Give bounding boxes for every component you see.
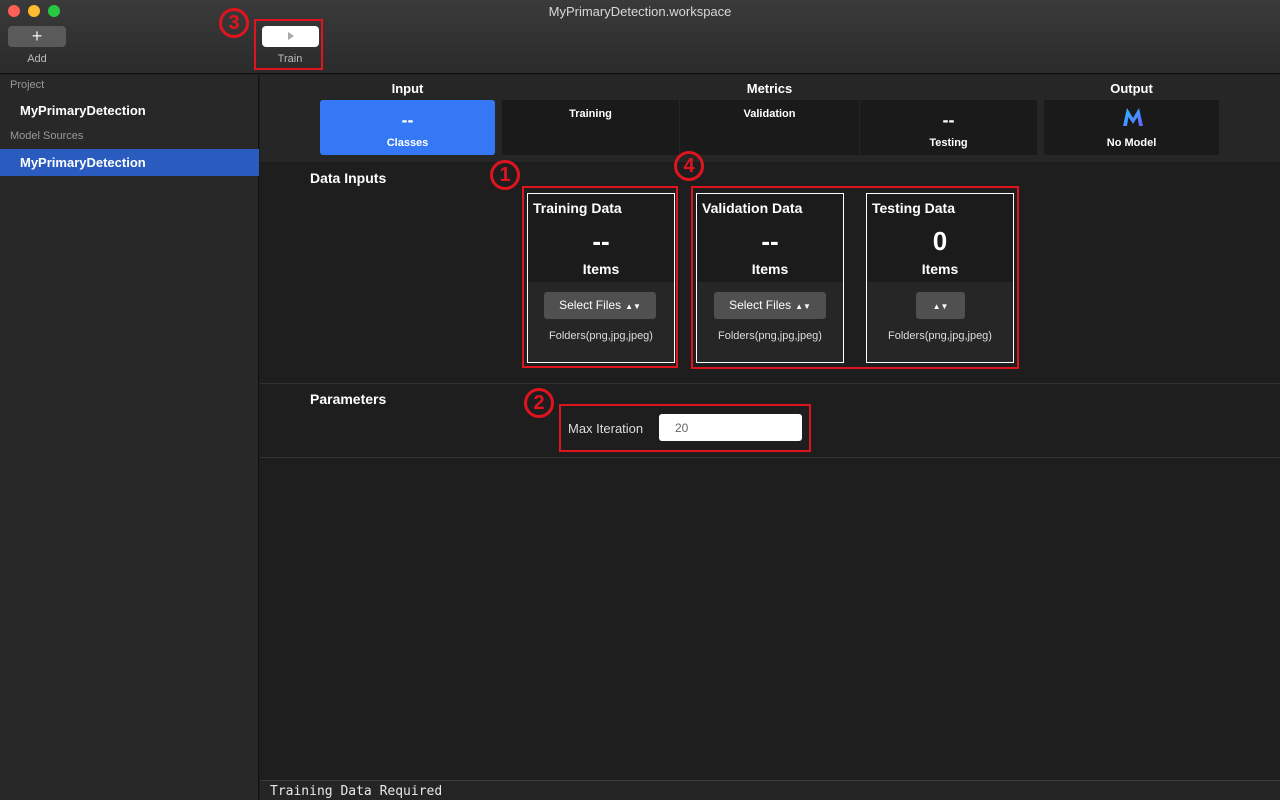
parameters-title: Parameters — [310, 391, 387, 407]
section-divider — [260, 383, 1280, 384]
no-model-label: No Model — [1106, 137, 1157, 149]
add-label: Add — [27, 53, 47, 65]
classes-label: Classes — [386, 137, 429, 149]
annotation-box-3 — [254, 19, 323, 70]
annotation-box-4 — [691, 186, 1019, 369]
input-header: Input — [391, 81, 424, 96]
title-bar: MyPrimaryDetection.workspace + Add Train — [0, 0, 1280, 74]
sidebar: Project MyPrimaryDetection Model Sources… — [0, 75, 259, 800]
section-divider — [260, 457, 1280, 458]
sidebar-item-project[interactable]: MyPrimaryDetection — [0, 97, 259, 124]
annotation-badge-3: 3 — [219, 8, 249, 38]
validation-label: Validation — [743, 108, 796, 120]
testing-value: -- — [942, 110, 955, 130]
model-sources-header: Model Sources — [10, 130, 84, 142]
tab-validation[interactable]: Validation — [680, 100, 859, 155]
testing-label: Testing — [929, 137, 968, 149]
classes-value: -- — [401, 110, 414, 130]
window-title: MyPrimaryDetection.workspace — [548, 4, 732, 19]
annotation-box-1 — [522, 186, 678, 368]
training-label: Training — [569, 108, 612, 120]
output-header: Output — [1110, 81, 1153, 96]
tab-training[interactable]: Training — [502, 100, 679, 155]
plus-icon: + — [31, 26, 43, 46]
status-bar: Training Data Required — [260, 780, 1280, 800]
status-text: Training Data Required — [270, 784, 443, 799]
annotation-badge-2: 2 — [524, 388, 554, 418]
tab-classes[interactable]: -- Classes — [320, 100, 495, 155]
annotation-badge-1: 1 — [490, 160, 520, 190]
summary-tabs: Input Metrics Output -- Classes Training… — [260, 75, 1280, 163]
sidebar-item-model-source[interactable]: MyPrimaryDetection — [0, 149, 259, 176]
project-header: Project — [10, 79, 45, 91]
main-panel: Data Inputs Training Data -- Items Selec… — [260, 151, 1280, 780]
tab-testing[interactable]: -- Testing — [860, 100, 1037, 155]
model-logo-icon — [1123, 108, 1143, 126]
tab-output[interactable]: No Model — [1044, 100, 1219, 155]
add-button[interactable]: + — [8, 26, 66, 47]
annotation-box-2 — [559, 404, 811, 452]
metrics-header: Metrics — [746, 81, 793, 96]
data-inputs-title: Data Inputs — [310, 170, 387, 186]
annotation-badge-4: 4 — [674, 151, 704, 181]
